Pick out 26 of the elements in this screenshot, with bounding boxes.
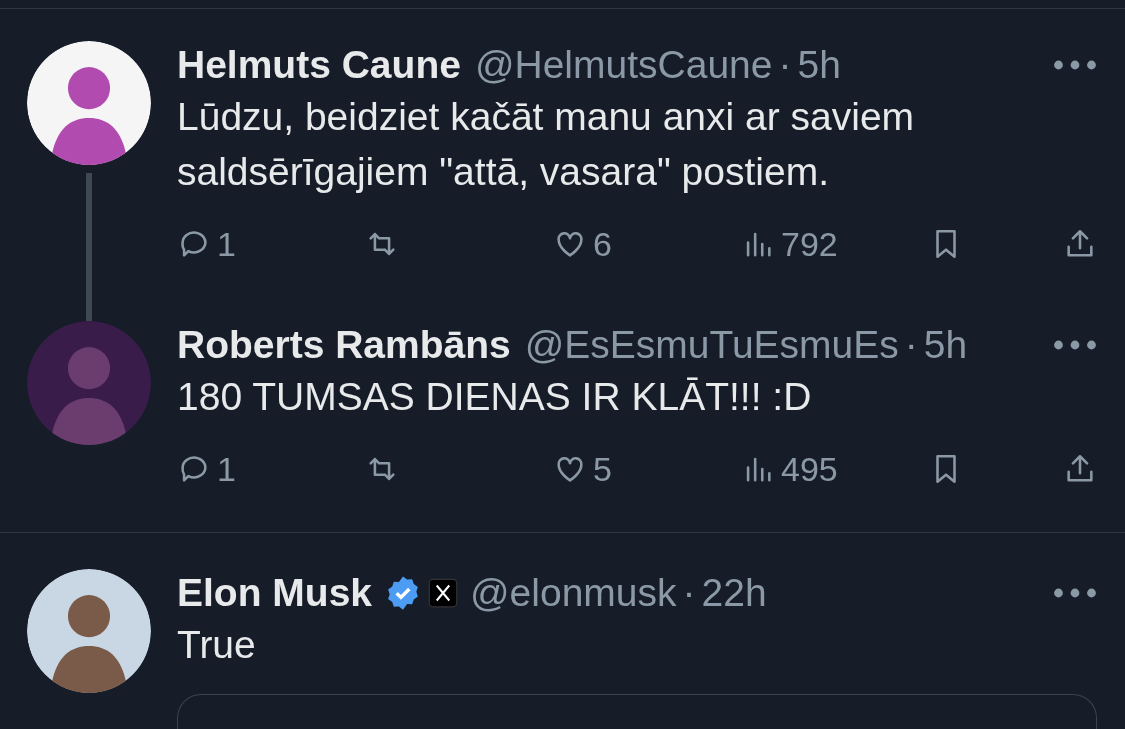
avatar[interactable] <box>27 41 151 165</box>
tweet-text: 180 TUMSAS DIENAS IR KLĀT!!! :D <box>177 374 813 420</box>
avatar[interactable] <box>27 569 151 693</box>
more-icon[interactable] <box>1053 587 1097 599</box>
author-handle[interactable]: @elonmusk <box>470 569 677 617</box>
tweet-text: True <box>177 622 257 668</box>
separator-dot: · <box>904 322 918 368</box>
author-name[interactable]: Helmuts Caune <box>177 41 461 89</box>
views-button[interactable]: 792 <box>741 218 929 270</box>
views-button[interactable]: 495 <box>741 443 929 495</box>
timestamp[interactable]: 22h <box>701 569 767 617</box>
author-handle[interactable]: @HelmutsCaune <box>474 41 773 89</box>
tweet-text: Lūdzu, beidziet kačāt manu anxi ar saviem saldsērīgajiem "attā, vasara" postiem. <box>177 94 916 195</box>
like-button[interactable]: 5 <box>553 443 741 495</box>
author-name[interactable]: Roberts Rambāns <box>177 321 511 369</box>
more-icon[interactable] <box>1053 339 1097 351</box>
timestamp[interactable]: 5h <box>923 321 968 369</box>
author-name[interactable]: Elon Musk <box>177 569 373 617</box>
like-button[interactable]: 6 <box>553 218 741 270</box>
separator-dot: · <box>778 42 792 88</box>
author-handle[interactable]: @EsEsmuTuEsmuEs <box>524 321 899 369</box>
separator-dot: · <box>682 570 696 616</box>
reply-button[interactable]: 1 <box>177 443 365 495</box>
reply-button[interactable]: 1 <box>177 218 365 270</box>
more-icon[interactable] <box>1053 59 1097 71</box>
timestamp[interactable]: 5h <box>797 41 841 89</box>
